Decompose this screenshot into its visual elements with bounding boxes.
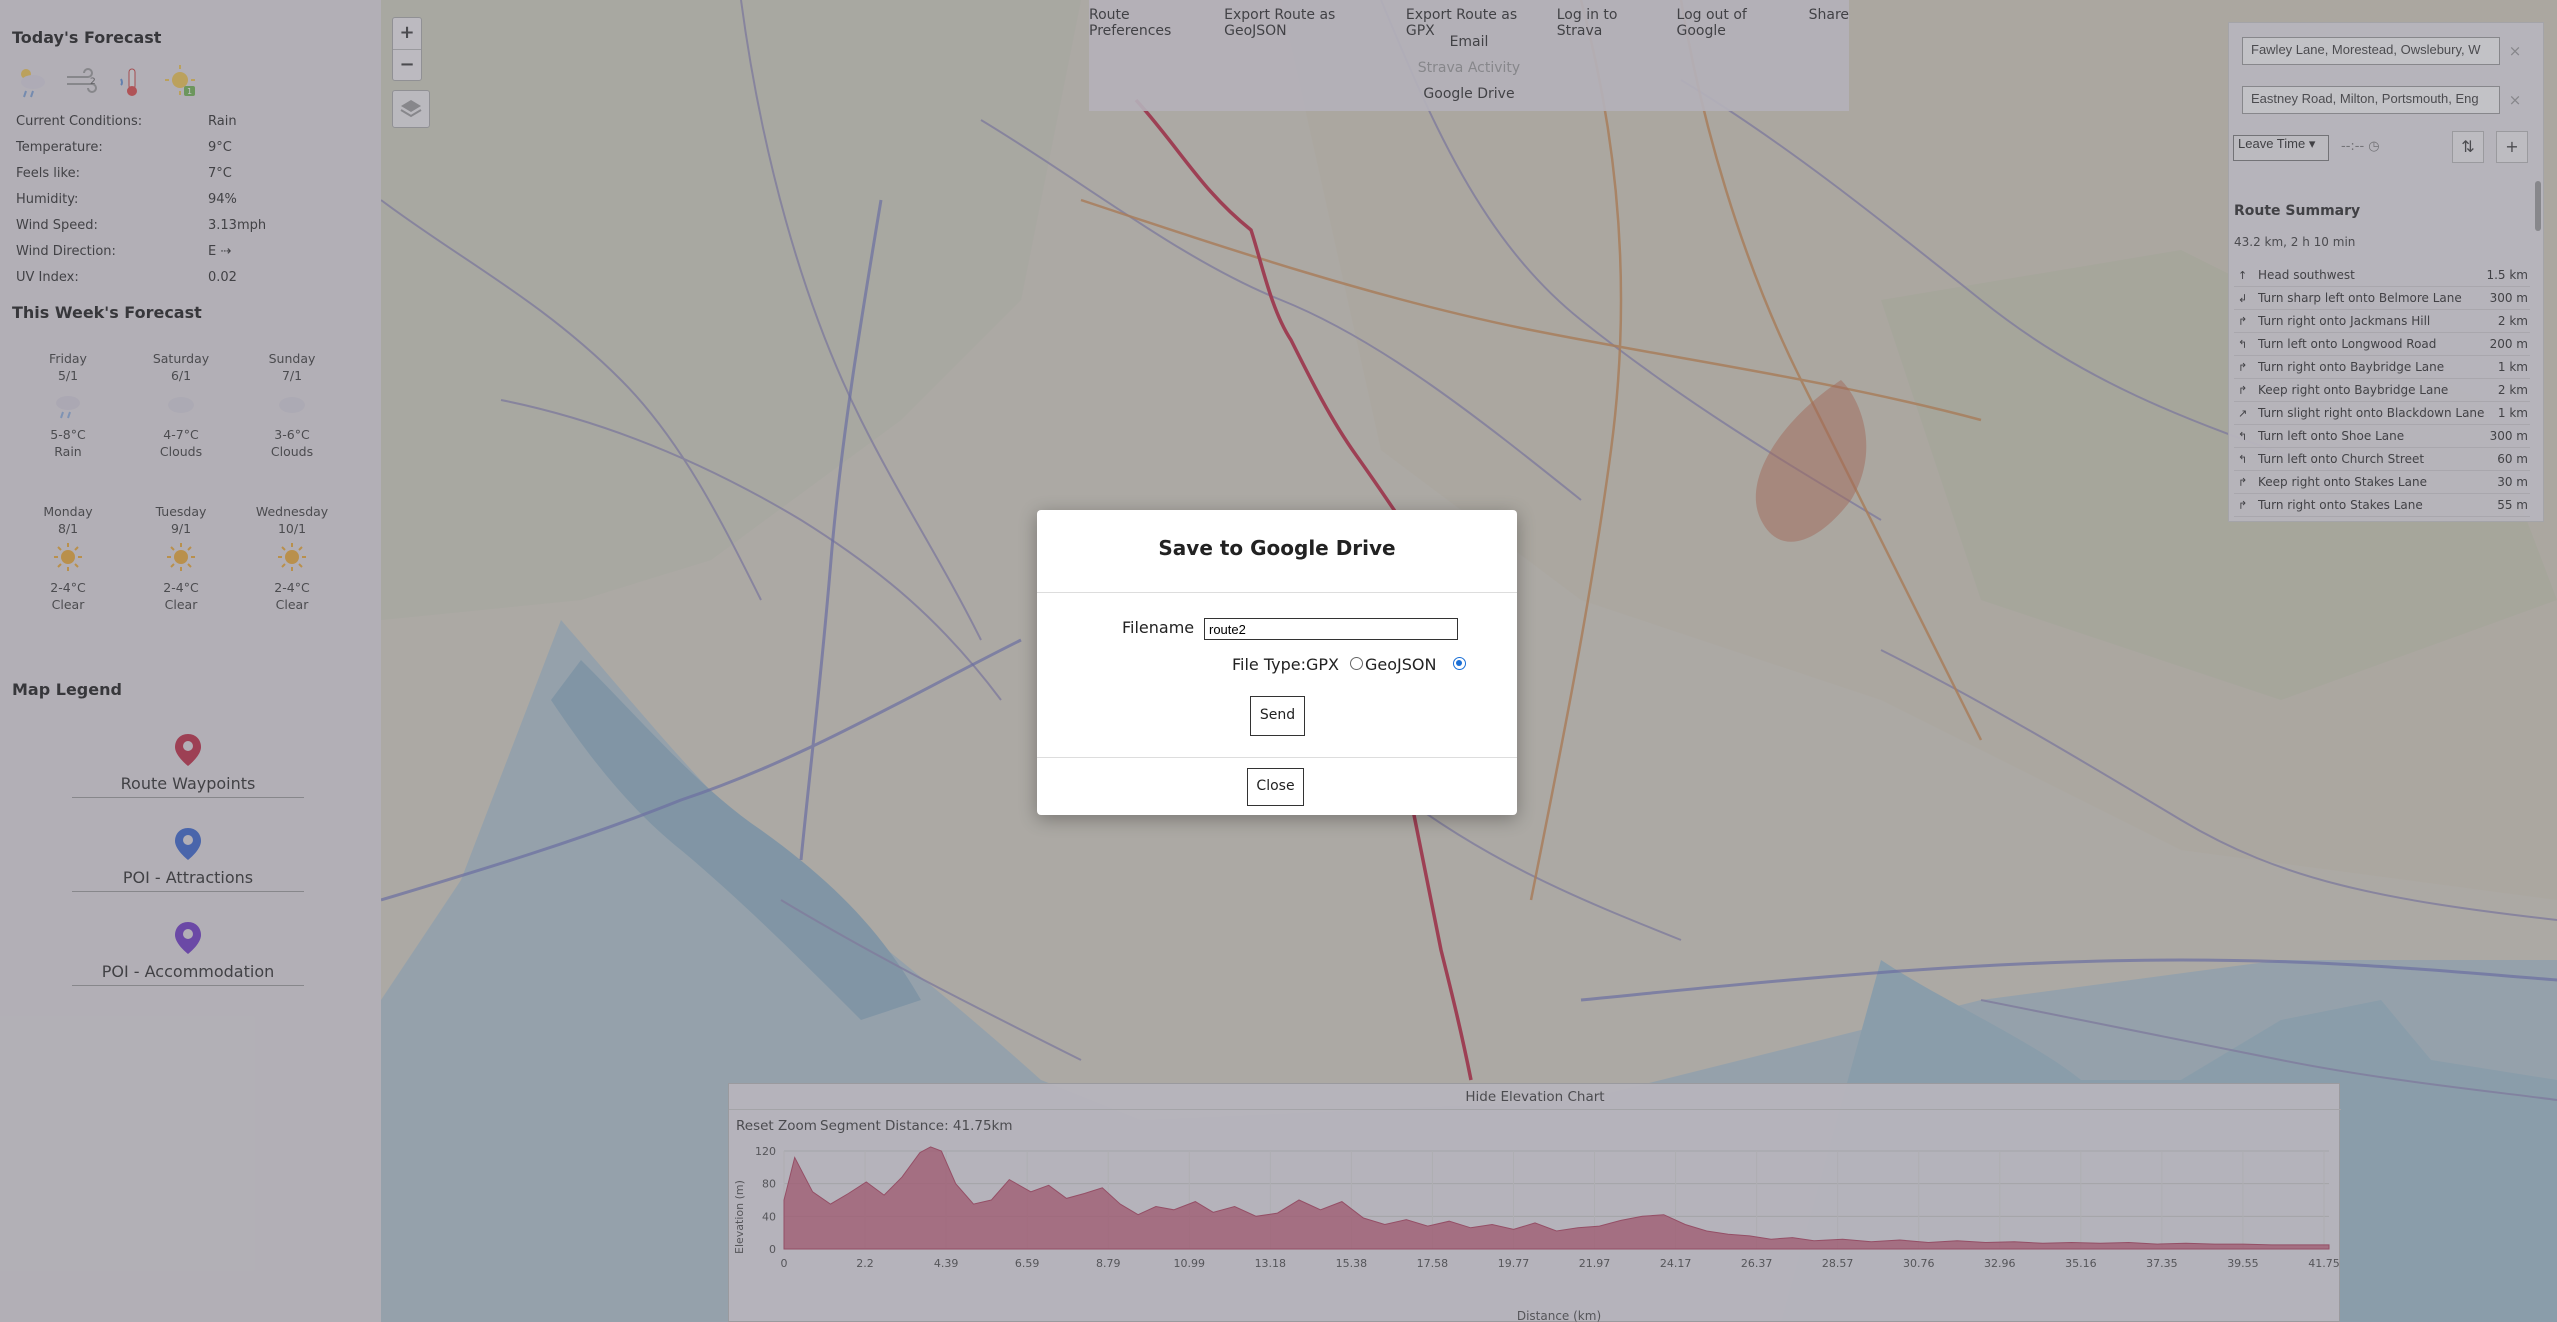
file-type-label: File Type:GPX: [1232, 655, 1340, 674]
close-button[interactable]: Close: [1247, 768, 1304, 806]
geojson-label: GeoJSON: [1365, 655, 1437, 674]
save-to-drive-dialog: Save to Google Drive Filename File Type:…: [1037, 510, 1517, 815]
filename-input[interactable]: [1204, 618, 1458, 640]
filename-label: Filename: [1122, 618, 1195, 637]
gpx-radio[interactable]: [1350, 657, 1363, 670]
send-button[interactable]: Send: [1250, 696, 1305, 736]
geojson-radio[interactable]: [1453, 657, 1466, 670]
dialog-title: Save to Google Drive: [1158, 536, 1396, 560]
dialog-divider: [1037, 592, 1517, 593]
dialog-divider: [1037, 757, 1517, 758]
